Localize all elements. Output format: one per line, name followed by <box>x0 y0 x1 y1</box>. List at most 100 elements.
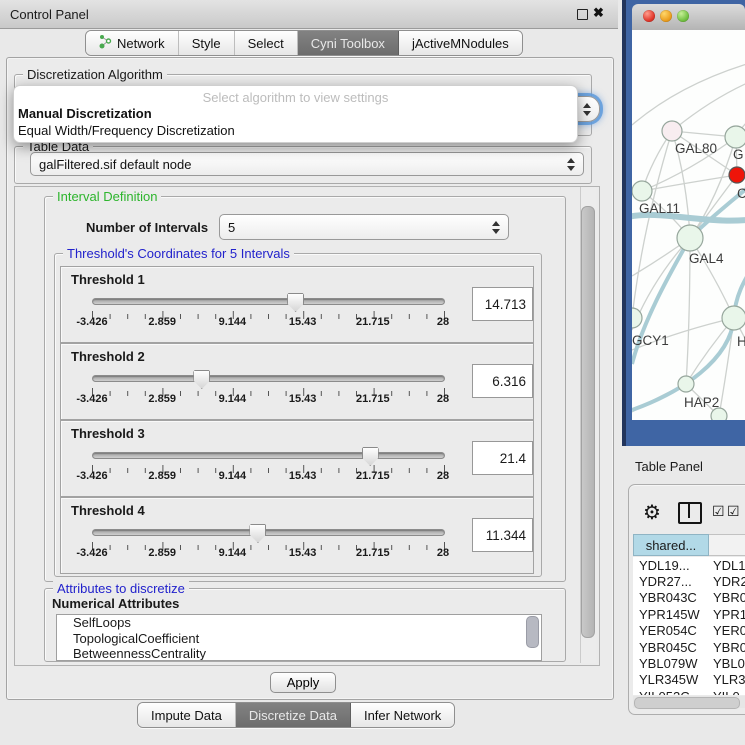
close-icon[interactable]: ✖ <box>593 5 604 21</box>
slider-track[interactable] <box>92 298 445 305</box>
tab-impute-data[interactable]: Impute Data <box>138 703 236 727</box>
thresholds-group-title: Threshold's Coordinates for 5 Intervals <box>63 246 294 261</box>
checkbox-checked-icon[interactable]: ☑ <box>727 503 740 520</box>
attribute-list-item[interactable]: BetweennessCentrality <box>57 646 541 661</box>
tick-label: 21.715 <box>356 470 390 482</box>
cell-name: YBL0 <box>707 656 745 671</box>
tab-label: Cyni Toolbox <box>311 36 385 51</box>
dropdown-options: Manual DiscretizationEqual Width/Frequen… <box>14 105 577 139</box>
float-window-icon[interactable] <box>577 9 588 20</box>
tab-style[interactable]: Style <box>179 31 235 55</box>
gear-icon[interactable]: ⚙ <box>643 500 661 525</box>
table-row[interactable]: YBL079WYBL0 <box>633 655 745 671</box>
tick-label: 28 <box>437 393 449 405</box>
tab-jactivemnodules[interactable]: jActiveMNodules <box>399 31 522 55</box>
dropdown-option[interactable]: Manual Discretization <box>14 105 577 122</box>
tab-cyni-toolbox[interactable]: Cyni Toolbox <box>298 31 399 55</box>
threshold-value-field[interactable]: 14.713 <box>472 287 533 321</box>
list-scrollbar-thumb[interactable] <box>526 616 539 648</box>
table-row[interactable]: YLR345WYLR3 <box>633 672 745 688</box>
cell-name: YIL0 <box>707 689 740 695</box>
combo-arrows-icon <box>492 221 500 234</box>
network-node[interactable] <box>722 306 745 330</box>
tab-infer-network[interactable]: Infer Network <box>351 703 454 727</box>
slider-track[interactable] <box>92 529 445 536</box>
cell-name: YBR0 <box>707 640 745 655</box>
network-node[interactable] <box>662 121 682 141</box>
table-row[interactable]: YBR045CYBR0 <box>633 639 745 655</box>
cell-name: YPR1 <box>707 607 745 622</box>
algorithm-dropdown-popup: Select algorithm to view settings Manual… <box>13 85 578 143</box>
threshold-label: Threshold 3 <box>71 426 145 441</box>
slider-track[interactable] <box>92 375 445 382</box>
table-row[interactable]: YDL19...YDL1 <box>633 557 745 573</box>
tab-discretize-data[interactable]: Discretize Data <box>236 703 351 727</box>
tick-label: -3.426 <box>76 393 107 405</box>
table-row[interactable]: YBR043CYBR0 <box>633 590 745 606</box>
network-node-label: GCY1 <box>632 333 669 348</box>
tick-label: -3.426 <box>76 316 107 328</box>
zoom-light-icon[interactable] <box>677 10 689 22</box>
network-window-titlebar[interactable] <box>632 4 745 31</box>
threshold-box: Threshold 2-3.4262.8599.14415.4321.71528… <box>60 343 534 420</box>
minimize-light-icon[interactable] <box>660 10 672 22</box>
dropdown-option[interactable]: Equal Width/Frequency Discretization <box>14 122 577 139</box>
network-node[interactable] <box>711 408 727 420</box>
network-node-label: GAL11 <box>639 201 680 216</box>
network-node[interactable] <box>678 376 694 392</box>
table-row[interactable]: YIL052CYIL0 <box>633 688 745 695</box>
split-columns-icon[interactable] <box>678 502 702 524</box>
table-row[interactable]: YER054CYER0 <box>633 623 745 639</box>
checkbox-checked-icon[interactable]: ☑ <box>712 503 725 520</box>
tab-select[interactable]: Select <box>235 31 298 55</box>
tick-label: 21.715 <box>356 393 390 405</box>
threshold-label: Threshold 1 <box>71 272 145 287</box>
slider-ticks <box>92 464 445 474</box>
network-node-label: GAL80 <box>675 141 717 156</box>
tick-label: 2.859 <box>148 393 176 405</box>
num-intervals-combo[interactable]: 5 <box>219 214 509 240</box>
threshold-value-field[interactable]: 21.4 <box>472 441 533 475</box>
threshold-value-field[interactable]: 6.316 <box>472 364 533 398</box>
tick-label: 28 <box>437 470 449 482</box>
tick-label: 15.43 <box>289 547 317 559</box>
cell-name: YBR0 <box>707 590 745 605</box>
network-node[interactable] <box>725 126 745 148</box>
desktop-edge-shadow <box>622 0 626 446</box>
tab-label: jActiveMNodules <box>412 36 509 51</box>
network-canvas[interactable]: GAL80GCGAL11GAL4GCY1HHAP2 <box>632 30 745 420</box>
vertical-scrollbar-thumb[interactable] <box>581 206 595 638</box>
tab-network[interactable]: Network <box>86 31 179 55</box>
network-node[interactable] <box>729 167 745 183</box>
tick-label: 9.144 <box>219 393 247 405</box>
cell-shared-name: YER054C <box>633 623 707 638</box>
slider-ticks <box>92 387 445 397</box>
threshold-value-field[interactable]: 11.344 <box>472 518 533 552</box>
table-data-combo[interactable]: galFiltered.sif default node <box>30 152 584 176</box>
table-row[interactable]: YDR27...YDR2 <box>633 573 745 589</box>
tick-label: 21.715 <box>356 547 390 559</box>
threshold-box: Threshold 1-3.4262.8599.14415.4321.71528… <box>60 266 534 343</box>
network-desktop: GAL80GCGAL11GAL4GCY1HHAP2 <box>622 0 745 446</box>
cell-shared-name: YDL19... <box>633 558 707 573</box>
tab-label: Style <box>192 36 221 51</box>
column-header-name[interactable]: na <box>709 534 745 556</box>
horizontal-scrollbar-thumb[interactable] <box>634 697 740 709</box>
network-node[interactable] <box>677 225 703 251</box>
numerical-attributes-list[interactable]: SelfLoopsTopologicalCoefficientBetweenne… <box>56 614 542 661</box>
network-node-label: C <box>737 186 745 201</box>
attribute-list-item[interactable]: TopologicalCoefficient <box>57 631 541 647</box>
tick-label: 28 <box>437 547 449 559</box>
slider-track[interactable] <box>92 452 445 459</box>
network-icon <box>99 34 112 52</box>
tab-label: Select <box>248 36 284 51</box>
cell-shared-name: YPR145W <box>633 607 707 622</box>
tick-label: 2.859 <box>148 547 176 559</box>
attribute-list-item[interactable]: SelfLoops <box>57 615 541 631</box>
tick-label: 15.43 <box>289 470 317 482</box>
table-row[interactable]: YPR145WYPR1 <box>633 606 745 622</box>
apply-button[interactable]: Apply <box>270 672 336 693</box>
column-header-shared-name[interactable]: shared... <box>633 534 709 556</box>
network-node[interactable] <box>632 181 652 201</box>
close-light-icon[interactable] <box>643 10 655 22</box>
